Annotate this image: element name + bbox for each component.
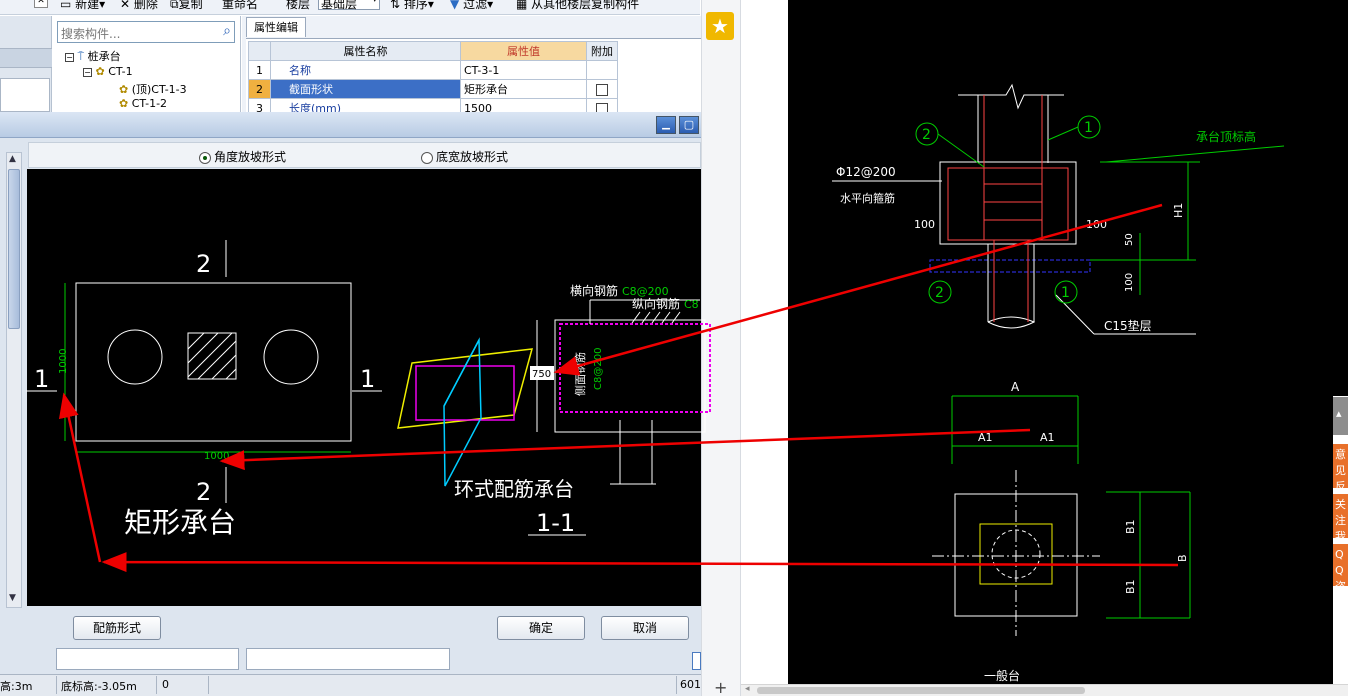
rebar-note-text: 水平向箍筋 <box>840 191 895 205</box>
section-caption: 1-1 <box>536 509 575 537</box>
marker-label: 1 <box>1084 120 1093 136</box>
dim-label: H1 <box>1172 203 1185 218</box>
dim-label: B <box>1176 554 1189 562</box>
cad-overlay: 2 2 1 1 1000 1000 矩形承台 横向钢筋 C8@200 纵向钢筋 … <box>26 0 1348 684</box>
longitudinal-rebar-value: C8 <box>684 298 699 311</box>
cushion-label: C15垫层 <box>1104 318 1152 333</box>
dim-label: A <box>1011 380 1020 394</box>
section-mark-bottom: 2 <box>196 478 211 506</box>
section-mark-left: 1 <box>34 365 49 393</box>
longitudinal-rebar-label: 纵向钢筋 <box>632 296 680 311</box>
dim-label: B1 <box>1124 579 1137 594</box>
dim-label: 100 <box>914 218 935 231</box>
ring-cap-caption: 环式配筋承台 <box>454 477 574 501</box>
dim-label: 50 <box>1124 233 1135 246</box>
plan-caption: 一般台 <box>984 668 1020 683</box>
dim-label: A1 <box>1040 431 1055 444</box>
section-mark-right: 1 <box>360 365 375 393</box>
section-mark-top: 2 <box>196 250 211 278</box>
height-dim-text: 1000 <box>58 349 69 374</box>
marker-label: 1 <box>1061 285 1070 301</box>
marker-label: 2 <box>922 127 931 143</box>
horizontal-rebar-label: 横向钢筋 <box>570 283 618 298</box>
side-rebar-value: C8@200 <box>593 348 604 390</box>
cad-canvas-right-edge <box>1333 0 1348 396</box>
side-rebar-label: 侧面钢筋 <box>573 352 587 396</box>
marker-label: 2 <box>935 285 944 301</box>
dim-label: 100 <box>1124 273 1135 292</box>
cap-elevation-label: 承台顶标高 <box>1196 129 1256 144</box>
dim-label: B1 <box>1124 519 1137 534</box>
dim-750-text: 750 <box>532 369 551 380</box>
rect-cap-caption: 矩形承台 <box>124 506 236 539</box>
rebar-spec-text: Φ12@200 <box>836 165 896 179</box>
cad-canvas-right <box>788 0 1333 684</box>
